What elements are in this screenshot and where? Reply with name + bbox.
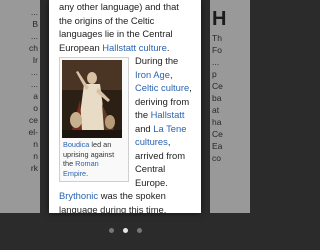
- previous-page-preview[interactable]: ... B... ch Ir...... a o ce el-n n rk: [0, 0, 40, 213]
- link-iron-age[interactable]: Iron Age: [135, 69, 170, 80]
- paragraph-intro: any other language) and that the origins…: [59, 1, 179, 53]
- next-page-line: Ce: [212, 129, 223, 139]
- previous-page-line: ...: [30, 31, 38, 41]
- page-dot[interactable]: [136, 228, 142, 233]
- figure-caption: Boudica led an uprising against the Roma…: [63, 140, 115, 178]
- next-page-line: Ce: [212, 81, 223, 91]
- article-page[interactable]: any other language) and that the origins…: [49, 0, 201, 213]
- previous-page-line: n: [33, 139, 38, 149]
- previous-page-line: ce: [29, 115, 38, 125]
- previous-page-line: ...: [30, 79, 38, 89]
- previous-page-line: ch: [29, 43, 38, 53]
- previous-page-line: el-: [28, 127, 38, 137]
- next-page-text: H Th Fo... p Ce ba at ha Ce Ea co: [210, 0, 250, 164]
- link-hallstatt[interactable]: Hallstatt: [151, 109, 185, 120]
- previous-page-line: a: [33, 91, 38, 101]
- next-page-preview[interactable]: H Th Fo... p Ce ba at ha Ce Ea co: [210, 0, 250, 213]
- link-hallstatt-culture[interactable]: Hallstatt culture: [102, 42, 167, 53]
- next-page-line: ba: [212, 93, 222, 103]
- previous-page-line: B: [32, 19, 38, 29]
- previous-page-text: ... B... ch Ir...... a o ce el-n n rk: [0, 0, 40, 174]
- boudica-statue-image[interactable]: [62, 60, 122, 138]
- link-brythonic[interactable]: Brythonic: [59, 190, 98, 201]
- previous-page-line: Ir: [32, 55, 38, 65]
- next-page-line: p: [212, 69, 217, 79]
- next-page-line: ha: [212, 117, 222, 127]
- next-page-line: Fo: [212, 45, 222, 55]
- next-page-line: Th: [212, 33, 222, 43]
- page-dot[interactable]: [108, 228, 114, 233]
- next-page-line: Ea: [212, 141, 223, 151]
- link-boudica[interactable]: Boudica: [63, 140, 89, 149]
- page-dot[interactable]: [122, 228, 128, 233]
- previous-page-line: n: [33, 151, 38, 161]
- boudica-figure: Boudica led an uprising against the Roma…: [59, 57, 129, 183]
- page-indicator: [0, 228, 250, 233]
- previous-page-line: rk: [30, 163, 38, 173]
- link-celtic-culture[interactable]: Celtic culture: [135, 82, 189, 93]
- next-page-heading-letter: H: [212, 8, 227, 30]
- next-page-line: ...: [212, 57, 220, 67]
- next-page-line: co: [212, 153, 221, 163]
- previous-page-line: ...: [30, 67, 38, 77]
- previous-page-line: o: [33, 103, 38, 113]
- next-page-line: at: [212, 105, 220, 115]
- previous-page-line: ...: [30, 7, 38, 17]
